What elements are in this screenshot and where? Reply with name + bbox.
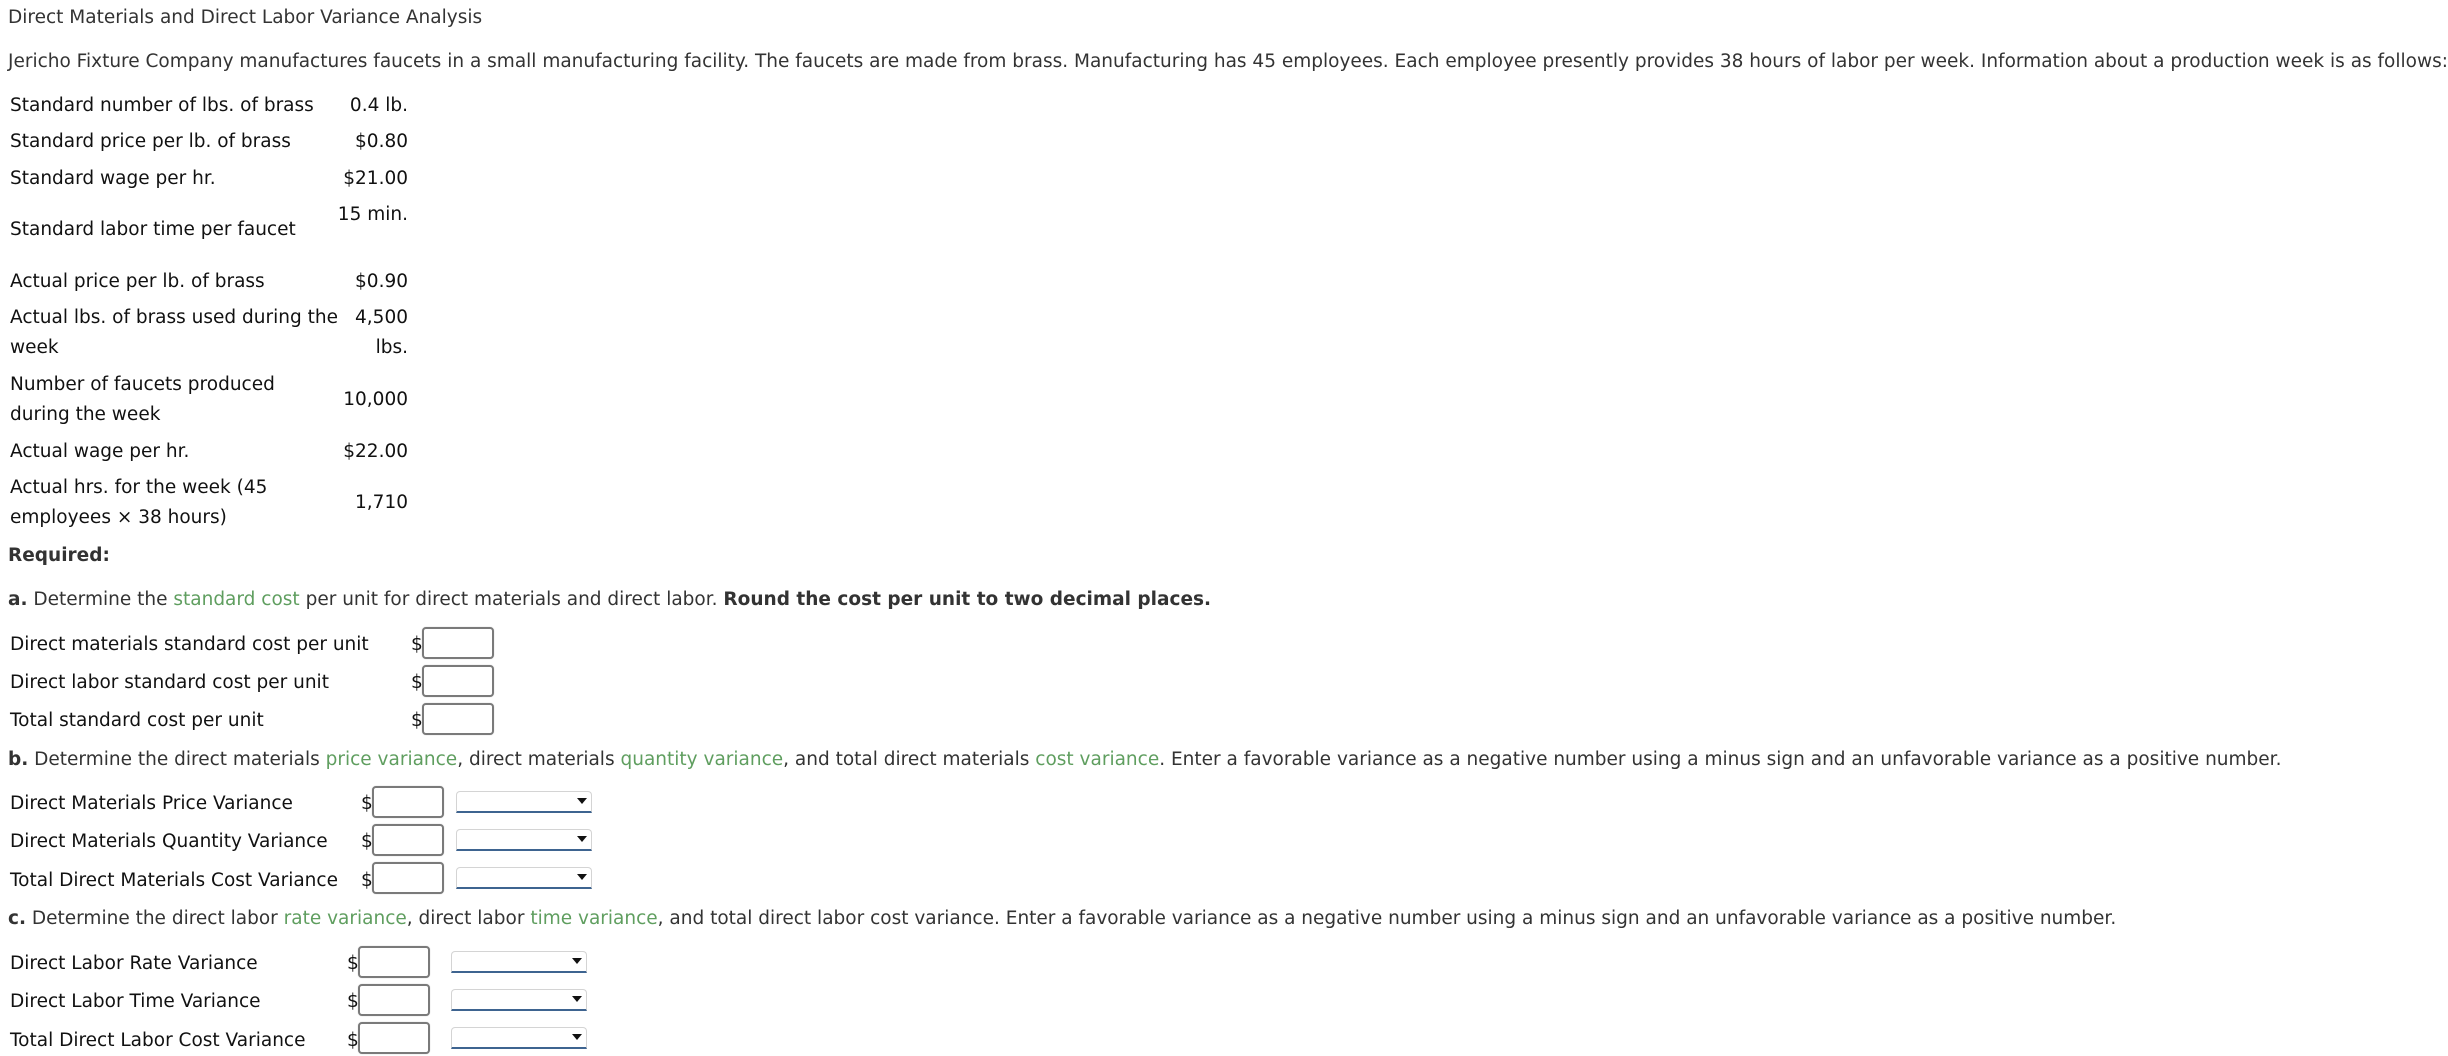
dl-time-variance-fav-unfav-select[interactable]	[451, 989, 587, 1011]
currency-symbol: $	[347, 991, 359, 1012]
glossary-link-cost-variance[interactable]: cost variance	[1035, 749, 1159, 770]
dm-quantity-variance-input[interactable]	[372, 824, 444, 856]
glossary-link-time-variance[interactable]: time variance	[530, 908, 657, 929]
info-label: Actual hrs. for the week (45 employees ×…	[10, 477, 268, 528]
answer-label: Total Direct Labor Cost Variance	[10, 1030, 306, 1051]
dm-price-variance-input[interactable]	[372, 786, 444, 818]
answer-label: Total Direct Materials Cost Variance	[10, 870, 338, 891]
dl-total-cost-variance-input[interactable]	[358, 1022, 430, 1054]
currency-symbol: $	[347, 953, 359, 974]
caret-down-icon	[572, 1034, 582, 1040]
info-label: Standard number of lbs. of brass	[10, 95, 314, 116]
info-value: $0.90	[355, 271, 408, 292]
info-value: 10,000	[343, 389, 408, 410]
currency-symbol: $	[361, 870, 373, 891]
caret-down-icon	[577, 836, 587, 842]
answer-label: Direct Materials Quantity Variance	[10, 831, 328, 852]
glossary-link-price-variance[interactable]: price variance	[326, 749, 458, 770]
caret-down-icon	[572, 996, 582, 1002]
info-value: 1,710	[355, 492, 408, 513]
glossary-link-rate-variance[interactable]: rate variance	[284, 908, 407, 929]
info-label: Actual lbs. of brass used during the wee…	[10, 307, 338, 358]
question-text: , and total direct labor cost variance. …	[657, 908, 2117, 929]
info-label: Standard price per lb. of brass	[10, 131, 291, 152]
info-label: Number of faucets produced during the we…	[10, 374, 275, 425]
answer-label: Direct Labor Rate Variance	[10, 953, 258, 974]
info-label: Standard labor time per faucet	[10, 219, 296, 240]
total-standard-cost-input[interactable]	[422, 703, 494, 735]
caret-down-icon	[572, 958, 582, 964]
question-text: Determine the direct materials	[34, 749, 320, 770]
direct-materials-standard-cost-input[interactable]	[422, 627, 494, 659]
info-value: 0.4 lb.	[349, 95, 408, 116]
part-letter: c.	[8, 908, 26, 929]
info-label: Actual wage per hr.	[10, 441, 190, 462]
dm-total-cost-variance-input[interactable]	[372, 862, 444, 894]
rounding-instruction: Round the cost per unit to two decimal p…	[723, 589, 1212, 610]
answer-label: Direct Labor Time Variance	[10, 991, 261, 1012]
dm-total-cost-variance-fav-unfav-select[interactable]	[456, 867, 592, 889]
question-text: Determine the	[33, 589, 168, 610]
glossary-link-quantity-variance[interactable]: quantity variance	[620, 749, 783, 770]
question-text: per unit for direct materials and direct…	[305, 589, 718, 610]
part-b-question: b. Determine the direct materials price …	[8, 749, 2281, 770]
currency-symbol: $	[411, 710, 423, 731]
info-value: 15 min.	[337, 204, 408, 225]
info-value: $22.00	[343, 441, 408, 462]
question-text: , direct labor	[406, 908, 525, 929]
part-a-question: a. Determine the standard cost per unit …	[8, 589, 1211, 610]
currency-symbol: $	[361, 831, 373, 852]
question-text: , direct materials	[457, 749, 615, 770]
answer-label: Direct Materials Price Variance	[10, 793, 293, 814]
question-text: . Enter a favorable variance as a negati…	[1159, 749, 2282, 770]
answer-label: Direct labor standard cost per unit	[10, 672, 329, 693]
required-heading: Required:	[8, 545, 110, 566]
answer-label: Total standard cost per unit	[10, 710, 264, 731]
dl-total-cost-variance-fav-unfav-select[interactable]	[451, 1027, 587, 1049]
info-value: 4,500 lbs.	[355, 307, 408, 358]
question-text: , and total direct materials	[783, 749, 1030, 770]
problem-intro: Jericho Fixture Company manufactures fau…	[8, 51, 2448, 72]
part-c-question: c. Determine the direct labor rate varia…	[8, 908, 2116, 929]
dl-rate-variance-input[interactable]	[358, 946, 430, 978]
currency-symbol: $	[347, 1030, 359, 1051]
currency-symbol: $	[361, 793, 373, 814]
direct-labor-standard-cost-input[interactable]	[422, 665, 494, 697]
question-text: Determine the direct labor	[31, 908, 278, 929]
glossary-link-standard-cost[interactable]: standard cost	[173, 589, 299, 610]
dl-time-variance-input[interactable]	[358, 984, 430, 1016]
dm-quantity-variance-fav-unfav-select[interactable]	[456, 829, 592, 851]
currency-symbol: $	[411, 672, 423, 693]
dl-rate-variance-fav-unfav-select[interactable]	[451, 951, 587, 973]
caret-down-icon	[577, 874, 587, 880]
caret-down-icon	[577, 798, 587, 804]
info-value: $21.00	[343, 168, 408, 189]
info-label: Standard wage per hr.	[10, 168, 216, 189]
currency-symbol: $	[411, 634, 423, 655]
part-letter: b.	[8, 749, 29, 770]
dm-price-variance-fav-unfav-select[interactable]	[456, 791, 592, 813]
part-letter: a.	[8, 589, 28, 610]
info-label: Actual price per lb. of brass	[10, 271, 265, 292]
info-value: $0.80	[355, 131, 408, 152]
answer-label: Direct materials standard cost per unit	[10, 634, 369, 655]
page-title: Direct Materials and Direct Labor Varian…	[8, 7, 483, 28]
